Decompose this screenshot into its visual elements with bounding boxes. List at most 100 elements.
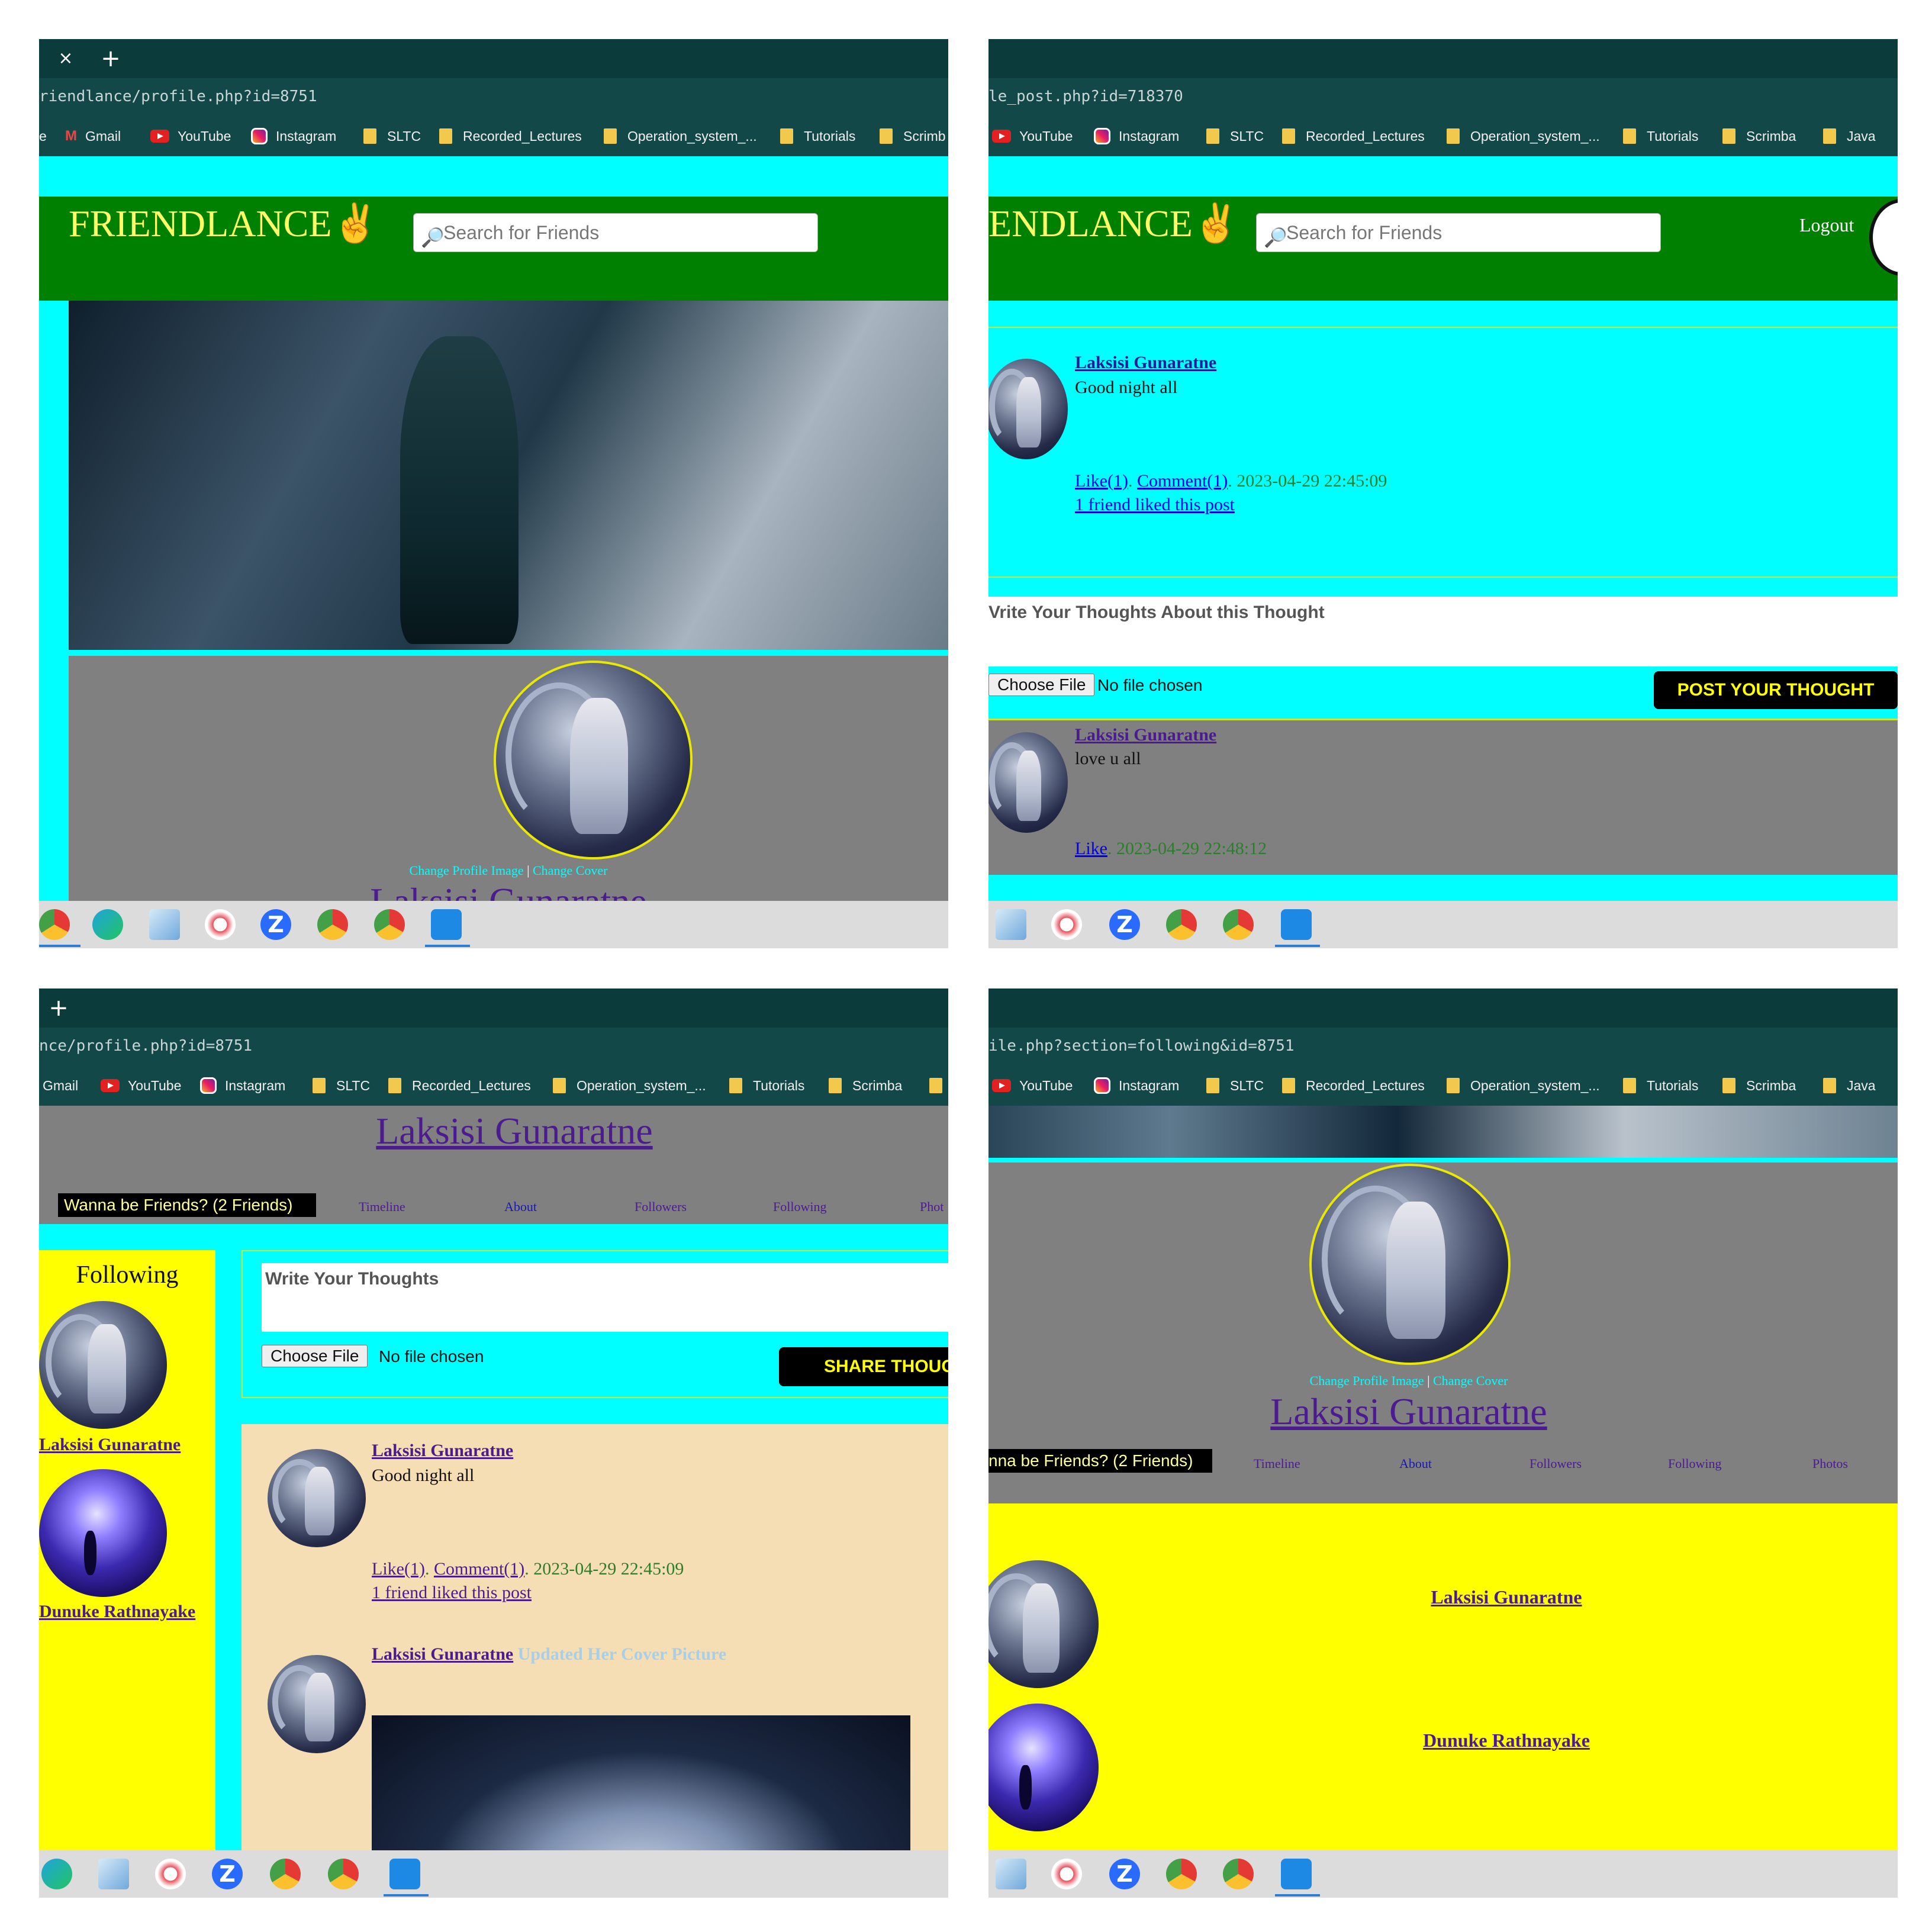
site-logo[interactable]: ENDLANCE✌ [988, 201, 1240, 246]
following-link[interactable]: Laksisi Gunaratne [988, 1586, 1898, 1608]
change-cover-link[interactable]: Change Cover [533, 863, 607, 878]
chrome-profile-icon[interactable] [317, 909, 348, 940]
snipping-tool-icon[interactable] [205, 909, 236, 940]
tab-following[interactable]: Following [773, 1199, 826, 1215]
vscode-icon[interactable] [1281, 909, 1312, 940]
bookmark-youtube[interactable]: YouTube [992, 1065, 1073, 1106]
bookmark-instagram[interactable]: Instagram [1094, 1065, 1179, 1106]
tab-following[interactable]: Following [1668, 1456, 1721, 1471]
bookmark-folder[interactable] [929, 1065, 948, 1106]
bookmark-scrimba[interactable]: Scrimba [829, 1065, 902, 1106]
bookmark-recorded-lectures[interactable]: Recorded_Lectures [1282, 1065, 1425, 1106]
profile-avatar[interactable] [494, 661, 693, 859]
tab-timeline[interactable]: Timeline [1254, 1456, 1300, 1471]
post-author-link[interactable]: Laksisi Gunaratne [372, 1644, 513, 1664]
cover-picture[interactable] [372, 1715, 910, 1850]
search-input[interactable]: 🔎 Search for Friends [413, 213, 818, 252]
following-link[interactable]: Dunuke Rathnayake [988, 1730, 1898, 1751]
bookmark-scrimba[interactable]: Scrimba [1722, 116, 1796, 156]
bookmark-recorded-lectures[interactable]: Recorded_Lectures [1282, 116, 1425, 156]
bookmark-tutorials[interactable]: Tutorials [780, 116, 855, 156]
bookmark-instagram[interactable]: Instagram [200, 1065, 285, 1106]
bookmark-item[interactable]: e [39, 116, 47, 156]
comment-link[interactable]: Comment(1) [1137, 471, 1228, 491]
profile-name[interactable]: Laksisi Gunaratne [988, 1390, 1829, 1434]
vscode-icon[interactable] [1281, 1859, 1312, 1889]
following-link[interactable]: Dunuke Rathnayake [39, 1602, 195, 1622]
change-profile-image-link[interactable]: Change Profile Image [1310, 1373, 1424, 1388]
friends-button[interactable]: nna be Friends? (2 Friends) [988, 1449, 1212, 1473]
bookmark-youtube[interactable]: YouTube [992, 116, 1073, 156]
bookmark-tutorials[interactable]: Tutorials [1623, 1065, 1698, 1106]
change-cover-link[interactable]: Change Cover [1433, 1373, 1508, 1388]
bookmark-tutorials[interactable]: Tutorials [729, 1065, 804, 1106]
snipping-tool-icon[interactable] [1051, 909, 1082, 940]
comment-textarea[interactable]: Vrite Your Thoughts About this Thought [988, 597, 1898, 666]
tab-about[interactable]: About [504, 1199, 537, 1215]
post-author-link[interactable]: Laksisi Gunaratne [372, 1441, 513, 1461]
notepad-icon[interactable] [98, 1859, 129, 1889]
like-link[interactable]: Like(1) [1075, 471, 1128, 491]
post-author-avatar[interactable] [988, 359, 1068, 459]
bookmark-scrimba[interactable]: Scrimb [880, 116, 946, 156]
profile-name[interactable]: Laksisi Gunaratne [39, 1109, 948, 1153]
new-tab-button[interactable]: + [44, 993, 73, 1023]
new-tab-button[interactable]: + [96, 44, 125, 73]
address-bar[interactable]: nce/profile.php?id=8751 [39, 1028, 948, 1065]
bookmark-java[interactable]: Java [1823, 1065, 1876, 1106]
chrome-profile-icon[interactable] [1166, 909, 1197, 940]
post-thought-button[interactable]: POST YOUR THOUGHT [1654, 671, 1898, 709]
notepad-icon[interactable] [996, 1859, 1026, 1889]
bookmark-instagram[interactable]: Instagram [1094, 116, 1179, 156]
following-avatar[interactable] [988, 1704, 1099, 1831]
vscode-icon[interactable] [431, 909, 462, 940]
snipping-tool-icon[interactable] [1051, 1859, 1082, 1889]
choose-file-button[interactable]: Choose File [988, 674, 1095, 696]
bookmark-java[interactable]: Java [1823, 116, 1876, 156]
bookmark-sltc[interactable]: SLTC [363, 116, 421, 156]
zoom-icon[interactable]: Z [212, 1859, 243, 1889]
chrome-icon[interactable] [39, 909, 70, 940]
comment-like-link[interactable]: Like [1075, 839, 1107, 858]
bookmark-sltc[interactable]: SLTC [313, 1065, 370, 1106]
address-bar[interactable]: riendlance/profile.php?id=8751 [39, 78, 948, 116]
bookmark-tutorials[interactable]: Tutorials [1623, 116, 1698, 156]
edge-icon[interactable] [92, 909, 123, 940]
bookmark-youtube[interactable]: YouTube [150, 116, 231, 156]
bookmark-operation-system[interactable]: Operation_system_... [1447, 116, 1600, 156]
tab-photos[interactable]: Photos [1812, 1456, 1848, 1471]
post-author-avatar[interactable] [268, 1655, 366, 1753]
choose-file-button[interactable]: Choose File [262, 1345, 368, 1367]
logout-link[interactable]: Logout [1799, 214, 1854, 236]
chrome-profile-icon[interactable] [1166, 1859, 1197, 1889]
bookmark-operation-system[interactable]: Operation_system_... [1447, 1065, 1600, 1106]
chrome-icon[interactable] [374, 909, 405, 940]
tab-followers[interactable]: Followers [1530, 1456, 1582, 1471]
zoom-icon[interactable]: Z [1109, 909, 1140, 940]
zoom-icon[interactable]: Z [1109, 1859, 1140, 1889]
bookmark-gmail[interactable]: Gmail [43, 1065, 78, 1106]
comment-author-link[interactable]: Laksisi Gunaratne [1075, 725, 1216, 745]
tab-photos[interactable]: Phot [920, 1199, 944, 1215]
tab-close-button[interactable]: × [53, 46, 78, 71]
notepad-icon[interactable] [996, 909, 1026, 940]
bookmark-recorded-lectures[interactable]: Recorded_Lectures [388, 1065, 531, 1106]
post-author-avatar[interactable] [268, 1449, 366, 1547]
zoom-icon[interactable]: Z [260, 909, 291, 940]
post-author-link[interactable]: Laksisi Gunaratne [1075, 353, 1216, 373]
bookmark-sltc[interactable]: SLTC [1206, 1065, 1264, 1106]
friends-button[interactable]: Wanna be Friends? (2 Friends) [58, 1193, 316, 1217]
following-avatar[interactable] [988, 1560, 1099, 1688]
bookmark-instagram[interactable]: Instagram [251, 116, 336, 156]
following-avatar[interactable] [39, 1301, 167, 1429]
bookmark-operation-system[interactable]: Operation_system_... [604, 116, 757, 156]
share-thought-button[interactable]: SHARE THOUG [779, 1347, 948, 1386]
thought-textarea[interactable]: Write Your Thoughts [262, 1263, 948, 1332]
chrome-icon[interactable] [1223, 1859, 1254, 1889]
address-bar[interactable]: le_post.php?id=718370 [988, 78, 1898, 116]
profile-avatar[interactable] [1309, 1164, 1511, 1365]
address-bar[interactable]: ile.php?section=following&id=8751 [988, 1028, 1898, 1065]
bookmark-operation-system[interactable]: Operation_system_... [553, 1065, 706, 1106]
bookmark-scrimba[interactable]: Scrimba [1722, 1065, 1796, 1106]
bookmark-gmail[interactable]: M Gmail [65, 116, 121, 156]
